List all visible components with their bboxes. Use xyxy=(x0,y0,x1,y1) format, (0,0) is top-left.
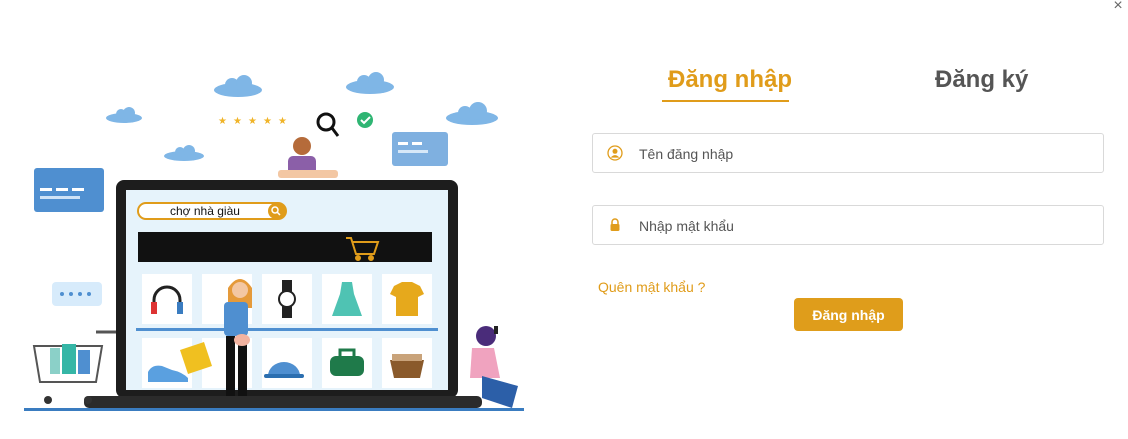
login-button[interactable]: Đăng nhập xyxy=(794,298,903,331)
illustration-search-text: chợ nhà giàu xyxy=(170,204,240,218)
check-icon xyxy=(357,112,373,128)
cloud-icon xyxy=(164,145,204,161)
username-field xyxy=(592,133,1104,174)
password-input[interactable] xyxy=(637,206,1091,246)
username-input[interactable] xyxy=(637,134,1091,174)
cloud-icon xyxy=(446,102,498,125)
handbag-icon xyxy=(390,354,424,378)
searcher-figure xyxy=(278,112,340,178)
svg-text:★: ★ xyxy=(248,116,257,127)
shopping-cart-figure xyxy=(32,330,116,404)
auth-tabs: Đăng nhập Đăng ký xyxy=(600,60,1100,110)
tab-register[interactable]: Đăng ký xyxy=(935,66,1028,94)
credit-card-icon xyxy=(392,132,448,166)
phone-user-figure xyxy=(470,326,518,408)
cloud-icon xyxy=(214,75,262,97)
credit-card-icon xyxy=(34,168,104,212)
lock-icon xyxy=(610,218,620,231)
tab-login[interactable]: Đăng nhập xyxy=(668,66,792,94)
svg-text:★: ★ xyxy=(233,116,242,127)
password-field xyxy=(592,205,1104,246)
rating-stars: ★ ★ ★ ★ ★ xyxy=(218,116,287,127)
user-icon xyxy=(607,145,623,161)
cloud-icon xyxy=(346,72,394,94)
active-tab-indicator xyxy=(662,100,789,102)
cloud-icon xyxy=(106,107,142,123)
chat-bubble-icon xyxy=(52,282,102,306)
svg-text:★: ★ xyxy=(278,116,287,127)
svg-text:★: ★ xyxy=(218,116,227,127)
shopping-illustration: ★ ★ ★ ★ ★ chợ nhà giàu xyxy=(24,72,524,411)
close-icon[interactable]: × xyxy=(1109,0,1127,14)
forgot-password-link[interactable]: Quên mật khẩu ? xyxy=(598,279,705,295)
svg-text:★: ★ xyxy=(263,116,272,127)
